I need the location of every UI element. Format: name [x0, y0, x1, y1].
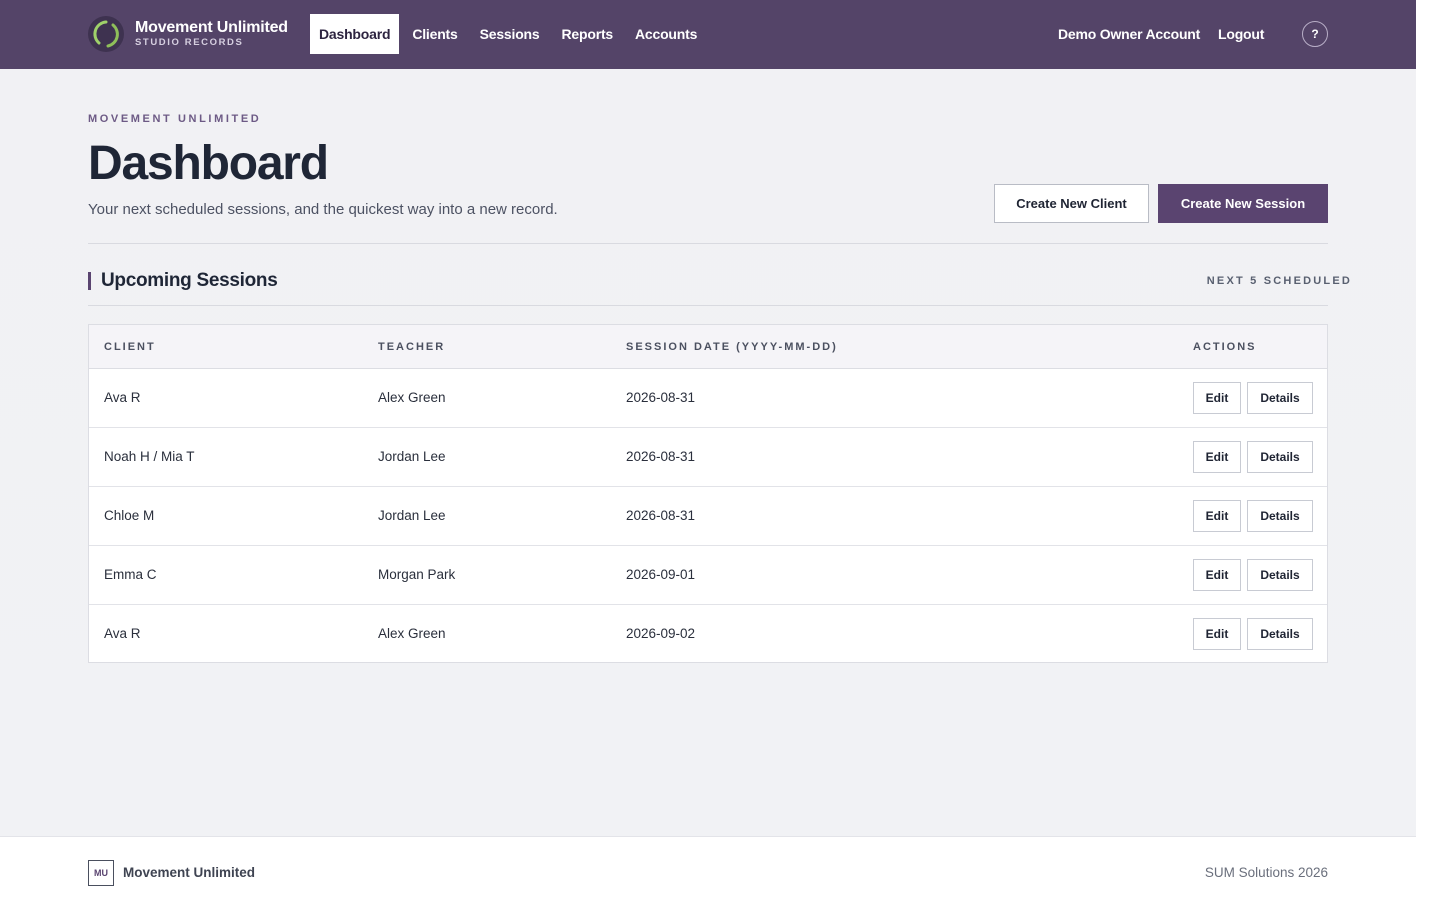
details-button[interactable]: Details — [1247, 382, 1313, 414]
date-cell: 2026-09-01 — [626, 567, 696, 582]
client-cell: Ava R — [104, 626, 141, 641]
column-header-session-date: SESSION DATE (YYYY-MM-DD) — [626, 341, 838, 353]
edit-button[interactable]: Edit — [1193, 559, 1241, 591]
table-row: Emma C Morgan Park 2026-09-01 Edit Detai… — [89, 546, 1327, 605]
top-navbar: Movement Unlimited STUDIO RECORDS Dashbo… — [0, 0, 1416, 69]
table-row: Noah H / Mia T Jordan Lee 2026-08-31 Edi… — [89, 428, 1327, 487]
client-cell: Noah H / Mia T — [104, 449, 195, 464]
footer-logo: MU — [88, 860, 114, 886]
teacher-cell: Morgan Park — [378, 567, 456, 582]
column-header-actions: ACTIONS — [1193, 341, 1257, 353]
date-cell: 2026-08-31 — [626, 390, 696, 405]
edit-button[interactable]: Edit — [1193, 618, 1241, 650]
brand[interactable]: Movement Unlimited STUDIO RECORDS — [88, 16, 288, 52]
help-icon: ? — [1311, 27, 1319, 41]
logout-link[interactable]: Logout — [1218, 26, 1264, 42]
section-title: Upcoming Sessions — [101, 270, 278, 291]
details-button[interactable]: Details — [1247, 618, 1313, 650]
edit-button[interactable]: Edit — [1193, 441, 1241, 473]
logout-nav: Logout — [1218, 14, 1264, 54]
date-cell: 2026-08-31 — [626, 508, 696, 523]
section-meta: NEXT 5 SCHEDULED — [1206, 275, 1352, 287]
divider — [88, 243, 1328, 244]
table-row: Ava R Alex Green 2026-08-31 Edit Details — [89, 369, 1327, 428]
table-header: CLIENT TEACHER SESSION DATE (YYYY-MM-DD)… — [89, 325, 1327, 369]
teacher-cell: Jordan Lee — [378, 508, 446, 523]
page-title: Dashboard — [88, 137, 329, 190]
brand-logo-icon — [88, 16, 124, 52]
client-cell: Ava R — [104, 390, 141, 405]
divider — [88, 305, 1328, 306]
date-cell: 2026-08-31 — [626, 449, 696, 464]
table-row: Chloe M Jordan Lee 2026-08-31 Edit Detai… — [89, 487, 1327, 546]
footer-brand-name: Movement Unlimited — [123, 865, 256, 880]
page-subtitle: Your next scheduled sessions, and the qu… — [88, 201, 558, 218]
date-cell: 2026-09-02 — [626, 626, 696, 641]
nav-reports[interactable]: Reports — [551, 14, 625, 54]
details-button[interactable]: Details — [1247, 559, 1313, 591]
table-row: Ava R Alex Green 2026-09-02 Edit Details — [89, 605, 1327, 664]
create-client-button[interactable]: Create New Client — [994, 184, 1149, 223]
scrollbar-track[interactable] — [1416, 0, 1440, 905]
teacher-cell: Alex Green — [378, 626, 446, 641]
details-button[interactable]: Details — [1247, 441, 1313, 473]
brand-subtitle: STUDIO RECORDS — [135, 37, 244, 49]
details-button[interactable]: Details — [1247, 500, 1313, 532]
page-eyebrow: MOVEMENT UNLIMITED — [88, 113, 262, 125]
nav-clients[interactable]: Clients — [401, 14, 468, 54]
column-header-client: CLIENT — [104, 341, 156, 353]
client-cell: Emma C — [104, 567, 157, 582]
help-button[interactable]: ? — [1302, 21, 1328, 47]
teacher-cell: Jordan Lee — [378, 449, 446, 464]
column-header-teacher: TEACHER — [378, 341, 446, 353]
nav-sessions[interactable]: Sessions — [469, 14, 551, 54]
nav-dashboard[interactable]: Dashboard — [310, 14, 400, 54]
account-link[interactable]: Demo Owner Account — [1058, 26, 1200, 42]
footer: MU Movement Unlimited SUM Solutions 2026 — [0, 836, 1416, 905]
create-session-button[interactable]: Create New Session — [1158, 184, 1328, 223]
brand-name: Movement Unlimited — [135, 19, 288, 37]
account-nav: Demo Owner Account — [1058, 14, 1200, 54]
main-nav: Dashboard Clients Sessions Reports Accou… — [310, 14, 708, 54]
sessions-table: CLIENT TEACHER SESSION DATE (YYYY-MM-DD)… — [88, 324, 1328, 663]
client-cell: Chloe M — [104, 508, 155, 523]
edit-button[interactable]: Edit — [1193, 500, 1241, 532]
edit-button[interactable]: Edit — [1193, 382, 1241, 414]
nav-accounts[interactable]: Accounts — [624, 14, 708, 54]
teacher-cell: Alex Green — [378, 390, 446, 405]
section-accent-bar — [88, 272, 91, 290]
footer-copyright: SUM Solutions 2026 — [1204, 865, 1328, 880]
